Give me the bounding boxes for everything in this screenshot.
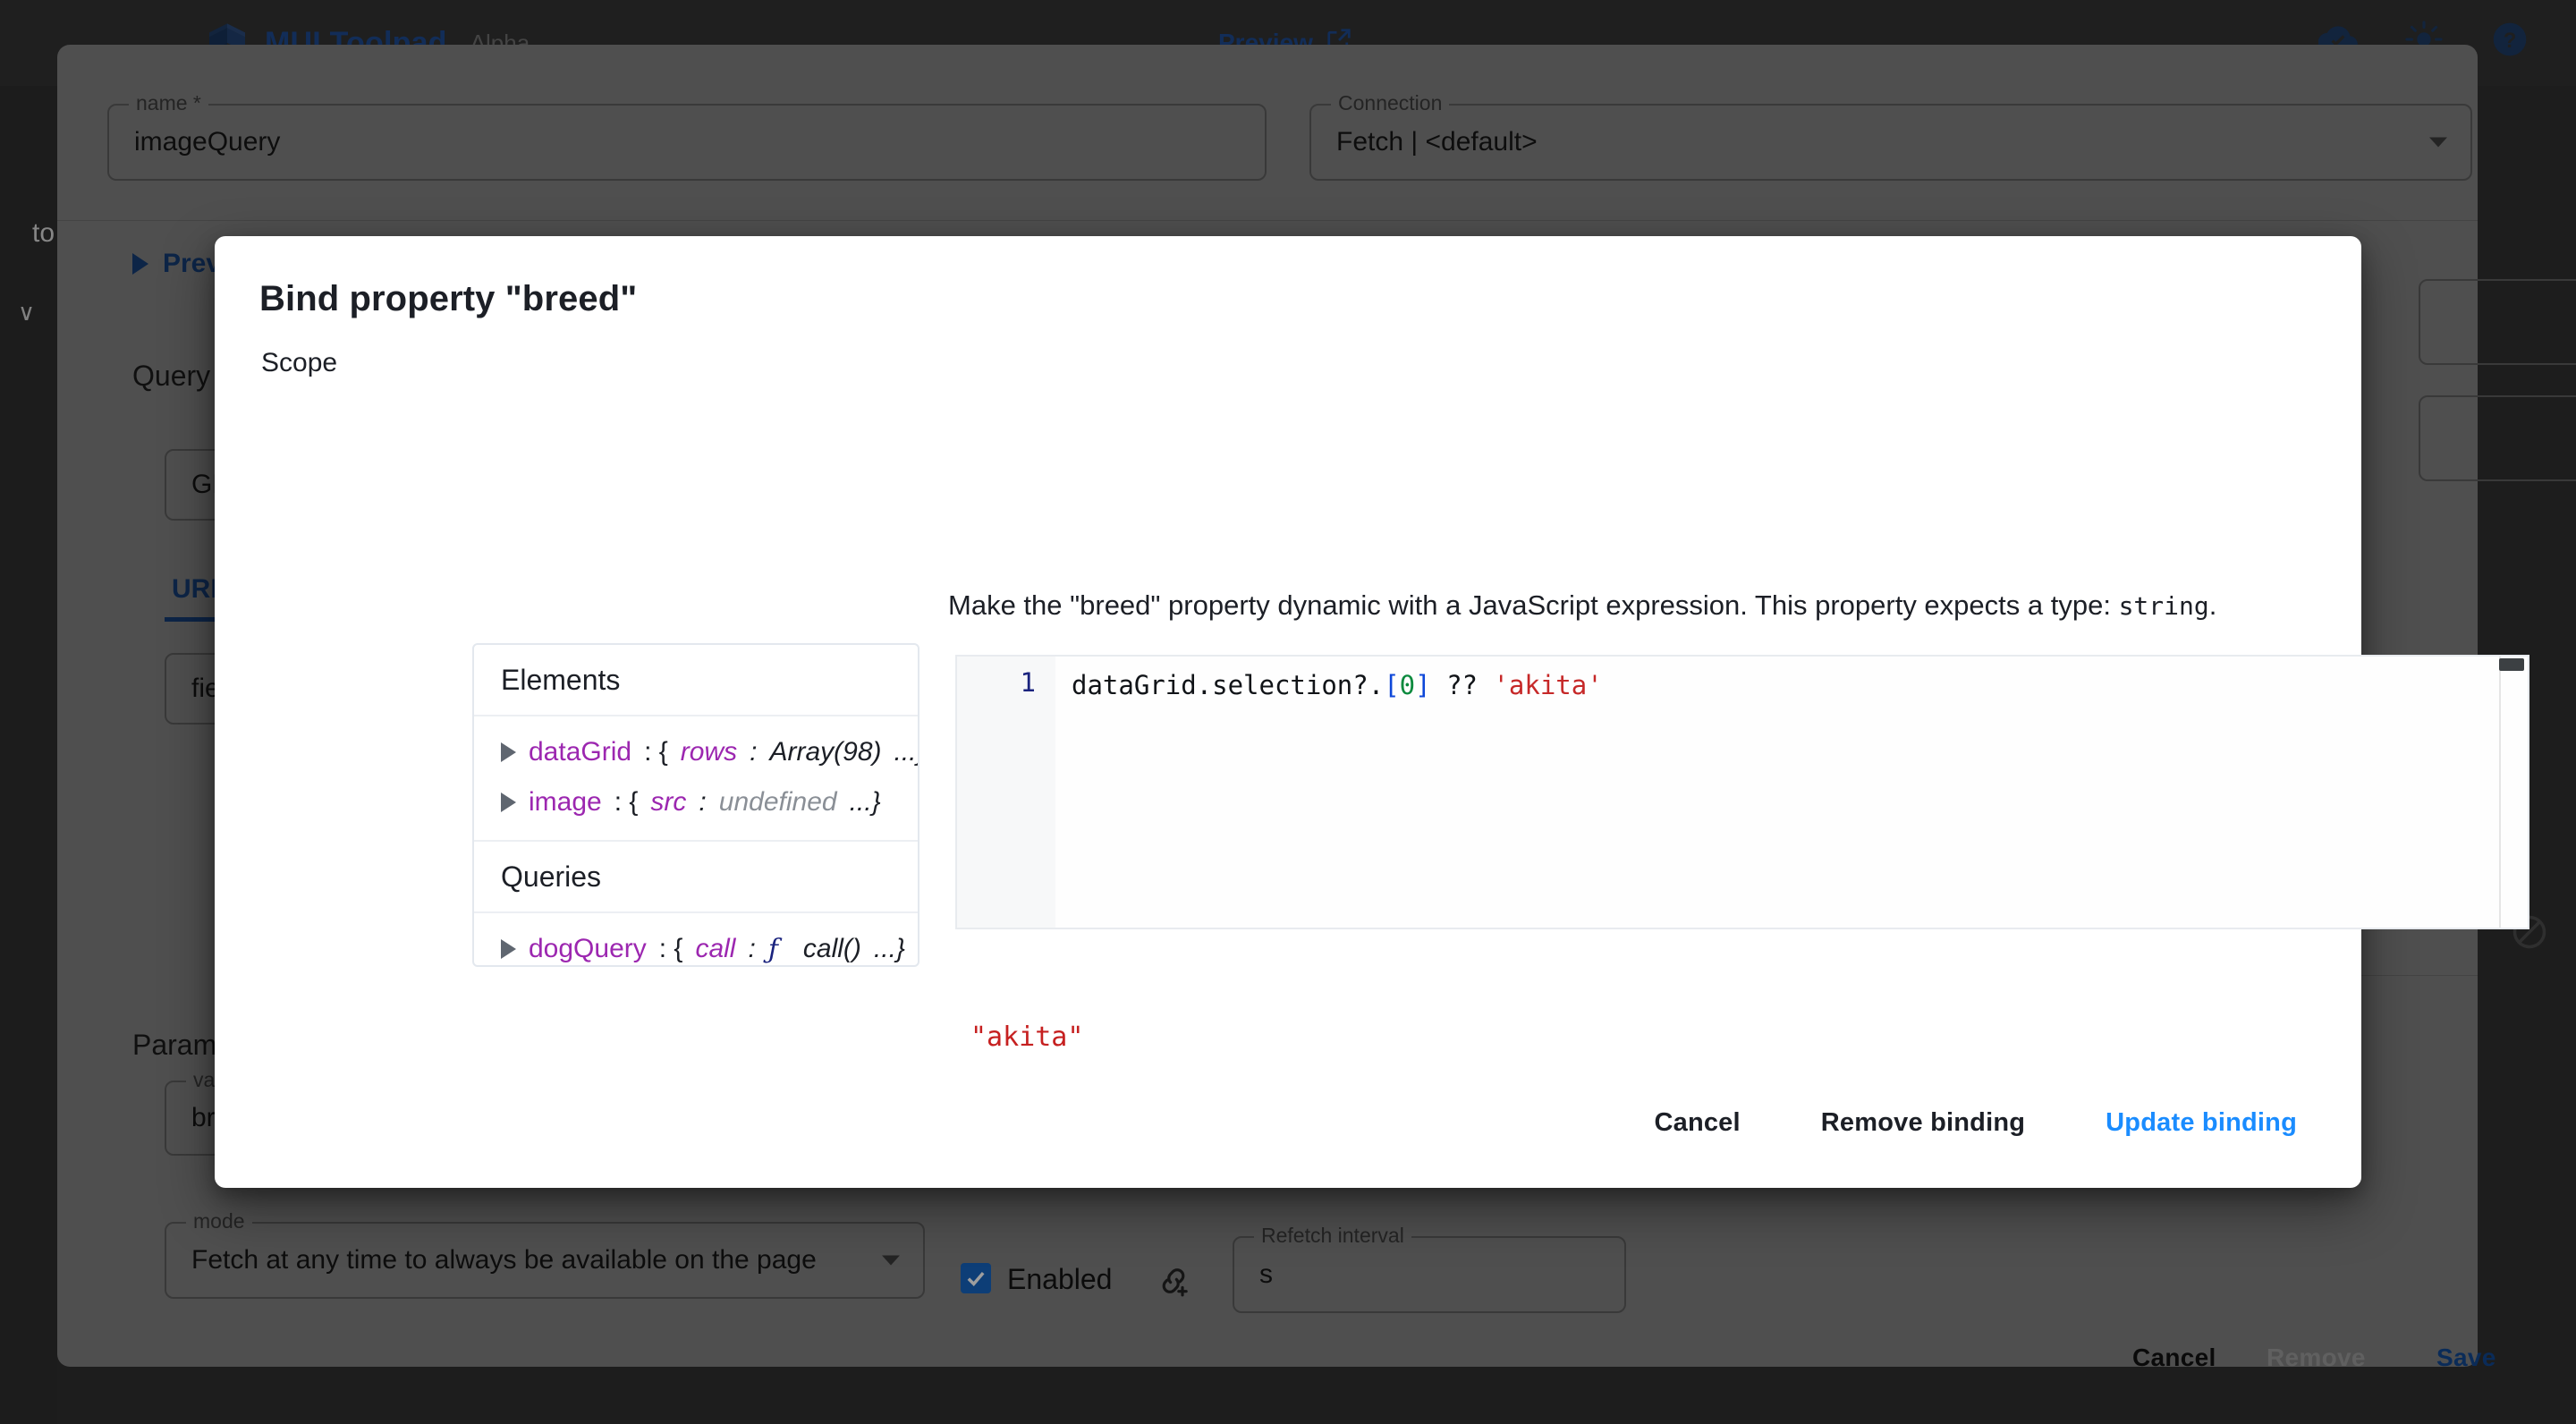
scope-item-key: image (529, 787, 602, 817)
scope-item-value: undefined (718, 787, 837, 817)
dialog-description: Make the "breed" property dynamic with a… (948, 589, 2216, 622)
scope-item-prop: src (650, 787, 687, 817)
scope-group-queries: dogQuery : { call: ƒ call()...} (474, 913, 918, 965)
remove-binding-button[interactable]: Remove binding (1800, 1096, 2046, 1150)
scope-item-key: dogQuery (529, 934, 647, 963)
scope-item-tail: ...} (894, 737, 919, 767)
scope-item-sep: : { (614, 787, 639, 817)
dialog-title: Bind property "breed" (259, 279, 638, 318)
dialog-actions: Cancel Remove binding Update binding (1632, 1096, 2318, 1150)
scope-tree: Elements dataGrid : { rows: Array(98)...} … (472, 643, 919, 967)
scope-section-header-elements: Elements (474, 645, 918, 716)
code-token-plain-1: dataGrid.selection?. (1072, 670, 1385, 700)
scope-item-prop-sep: : (750, 737, 758, 767)
scope-item-sep: : { (644, 737, 668, 767)
function-glyph-icon: ƒ (767, 933, 778, 965)
scope-section-header-queries: Queries (474, 842, 918, 913)
scope-item-dataGrid[interactable]: dataGrid : { rows: Array(98)...} (474, 727, 918, 777)
triangle-right-icon[interactable] (501, 793, 516, 812)
expression-editor[interactable]: 1 dataGrid.selection?.[0] ?? 'akita' (955, 655, 2529, 929)
scope-item-image[interactable]: image : { src: undefined...} (474, 777, 918, 827)
code-token-plain-2: ?? (1430, 670, 1494, 700)
scope-item-dogQuery[interactable]: dogQuery : { call: ƒ call()...} (474, 924, 918, 965)
scope-item-prop: call (695, 934, 736, 963)
editor-scrollbar-thumb[interactable] (2499, 658, 2524, 671)
scope-item-tail: ...} (873, 934, 905, 963)
scope-item-sep: : { (658, 934, 683, 963)
scope-item-prop: rows (680, 737, 738, 767)
update-binding-button[interactable]: Update binding (2084, 1096, 2318, 1150)
scope-item-prop-sep: : (748, 934, 756, 963)
bind-property-dialog: Bind property "breed" Scope Elements dat… (215, 236, 2529, 1188)
description-text-before: Make the "breed" property dynamic with a… (948, 589, 2119, 621)
description-text-after: . (2208, 589, 2217, 621)
scope-item-key: dataGrid (529, 737, 632, 767)
scope-item-value: Array(98) (769, 737, 882, 767)
scope-item-prop-sep: : (699, 787, 707, 817)
code-token-bracket-close: ] (1415, 670, 1431, 700)
editor-ruler (2499, 657, 2501, 928)
code-token-string: 'akita' (1493, 670, 1603, 700)
scope-item-tail: ...} (849, 787, 881, 817)
scope-item-value: call() (802, 934, 861, 963)
description-type-name: string (2118, 591, 2209, 621)
scope-label: Scope (261, 348, 338, 377)
cancel-button[interactable]: Cancel (1632, 1096, 1761, 1150)
triangle-right-icon[interactable] (501, 939, 516, 959)
code-token-number: 0 (1399, 670, 1416, 700)
editor-code-line[interactable]: dataGrid.selection?.[0] ?? 'akita' (1072, 667, 1603, 703)
editor-line-number: 1 (1020, 667, 1036, 698)
triangle-right-icon[interactable] (501, 742, 516, 762)
expression-preview-value: "akita" (970, 1021, 1084, 1053)
scope-group-elements: dataGrid : { rows: Array(98)...} image : { s… (474, 716, 918, 842)
code-token-bracket-open: [ (1384, 670, 1400, 700)
